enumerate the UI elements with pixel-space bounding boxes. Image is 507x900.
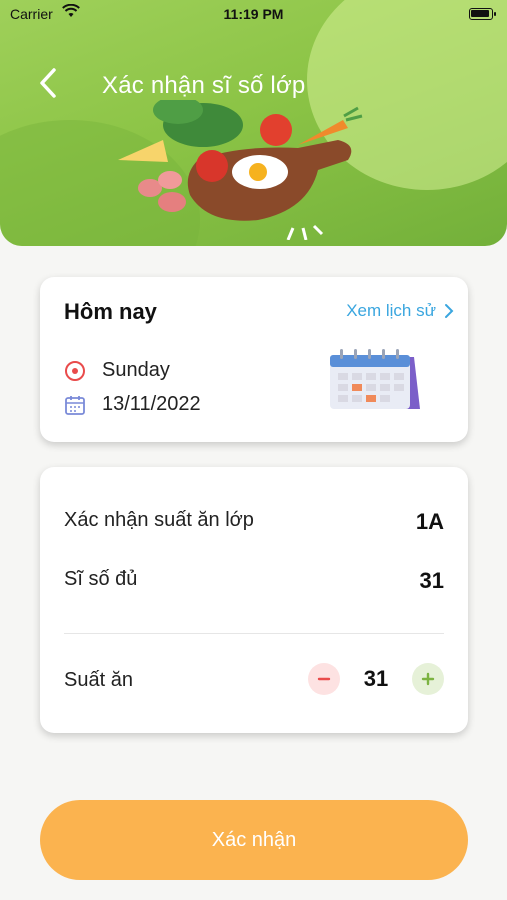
meal-confirm-card: Xác nhận suất ăn lớp 1A Sĩ số đủ 31 Suất… xyxy=(40,467,468,733)
meals-row: Suất ăn 31 xyxy=(64,663,444,695)
meals-count: 31 xyxy=(363,666,389,691)
meals-label: Suất ăn xyxy=(64,669,133,691)
day-row: Sunday xyxy=(64,359,170,382)
today-title: Hôm nay xyxy=(64,299,157,324)
calendar-icon xyxy=(65,395,85,415)
increment-button[interactable] xyxy=(412,663,444,695)
header: Carrier 11:19 PM Xác nhận sĩ số lớp xyxy=(0,0,507,246)
status-bar: Carrier 11:19 PM xyxy=(0,0,507,28)
back-chevron-icon xyxy=(40,68,56,98)
view-history-label: Xem lịch sử xyxy=(346,301,436,320)
class-label: Xác nhận suất ăn lớp xyxy=(64,509,254,531)
meals-stepper: 31 xyxy=(308,663,444,695)
date-text: 13/11/2022 xyxy=(102,393,201,415)
minus-icon xyxy=(317,677,331,681)
back-button[interactable] xyxy=(34,66,64,100)
day-text: Sunday xyxy=(102,359,170,381)
divider xyxy=(64,633,444,634)
attendance-label: Sĩ số đủ xyxy=(64,568,138,590)
calendar-illustration xyxy=(330,349,420,409)
page-title: Xác nhận sĩ số lớp xyxy=(102,72,306,99)
radio-target-icon xyxy=(65,360,85,381)
battery-icon xyxy=(469,8,496,20)
clock: 11:19 PM xyxy=(223,6,284,22)
chevron-right-icon xyxy=(445,304,454,318)
today-card: Hôm nay Xem lịch sử Sunday 13/11/2022 xyxy=(40,277,468,442)
plus-icon xyxy=(421,672,435,686)
view-history-link[interactable]: Xem lịch sử xyxy=(346,301,454,321)
date-row: 13/11/2022 xyxy=(64,393,201,416)
decrement-button[interactable] xyxy=(308,663,340,695)
food-illustration xyxy=(118,100,363,240)
class-row: Xác nhận suất ăn lớp 1A xyxy=(64,509,444,534)
attendance-row: Sĩ số đủ 31 xyxy=(64,568,444,593)
confirm-button[interactable]: Xác nhận xyxy=(40,800,468,880)
class-value: 1A xyxy=(415,509,444,534)
attendance-value: 31 xyxy=(419,568,444,593)
